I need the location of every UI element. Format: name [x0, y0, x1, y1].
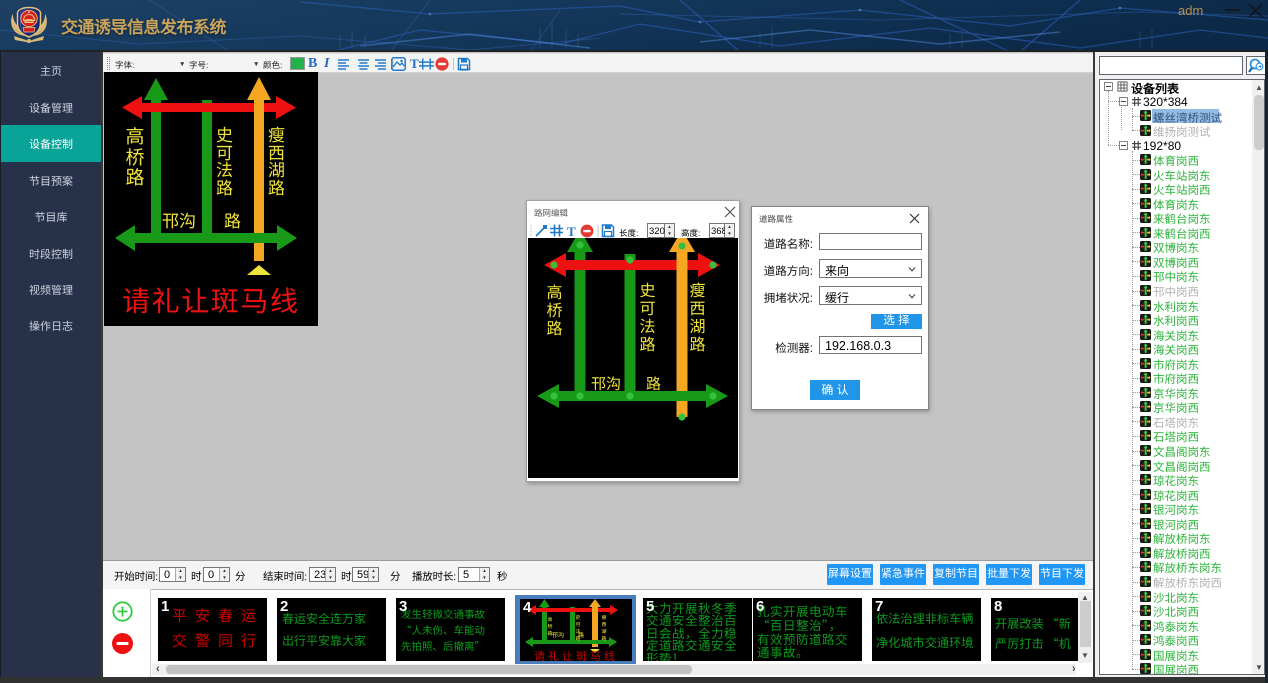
svg-text:瘦西湖路: 瘦西湖路	[601, 614, 608, 642]
svg-text:邗沟: 邗沟	[552, 630, 564, 639]
svg-text:路: 路	[578, 630, 584, 639]
svg-text:请礼让斑马线: 请礼让斑马线	[534, 648, 618, 661]
svg-text:T: T	[567, 224, 576, 238]
